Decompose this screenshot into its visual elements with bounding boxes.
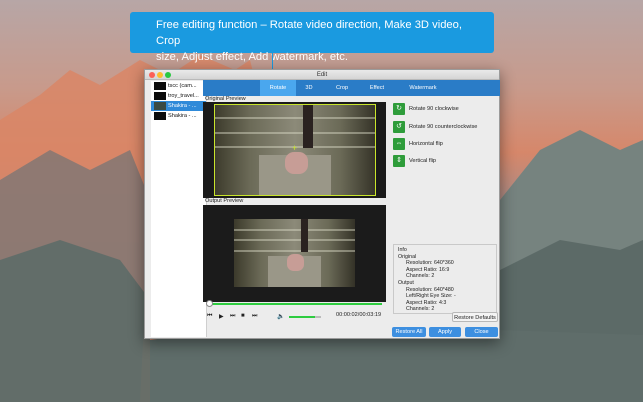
- file-item[interactable]: troy_travel...: [151, 91, 206, 101]
- file-item-selected[interactable]: Shakira - ...: [151, 101, 206, 111]
- info-original-channels: Channels: 2: [406, 273, 435, 280]
- volume-slider[interactable]: [289, 316, 315, 318]
- restore-defaults-button[interactable]: Restore Defaults: [452, 312, 498, 322]
- skip-end-icon[interactable]: ⏭: [252, 313, 257, 320]
- info-original-resolution: Resolution: 640*360: [406, 260, 454, 267]
- file-thumbnail: [154, 92, 166, 100]
- window-title: Edit: [316, 72, 328, 78]
- file-item[interactable]: tscc (cam...: [151, 81, 206, 91]
- info-panel: Info Original Resolution: 640*360 Aspect…: [393, 244, 497, 314]
- option-label: Rotate 90 clockwise: [409, 106, 459, 112]
- info-original-aspect: Aspect Ratio: 16:9: [406, 266, 450, 273]
- output-video-frame: [234, 219, 355, 287]
- volume-slider-track: [315, 316, 321, 318]
- playback-progress-handle[interactable]: [206, 300, 213, 307]
- volume-icon[interactable]: 🔈: [277, 313, 284, 320]
- info-original-label: Original: [398, 253, 417, 260]
- file-label: Shakira - ...: [168, 103, 197, 109]
- tab-3d[interactable]: 3D: [296, 80, 322, 96]
- info-output-resolution: Resolution: 640*480: [406, 286, 454, 293]
- file-list: tscc (cam... troy_travel... Shakira - ..…: [151, 81, 207, 337]
- callout-line-1: Free editing function – Rotate video dir…: [156, 19, 462, 47]
- file-label: troy_travel...: [168, 93, 199, 99]
- horizontal-flip-option[interactable]: ⇔ Horizontal flip: [393, 138, 443, 150]
- original-preview: +: [203, 102, 386, 198]
- edit-window: Edit tscc (cam... troy_travel... Shakira…: [144, 69, 500, 339]
- file-item[interactable]: Shakira - ...: [151, 111, 206, 121]
- rotate-ccw-icon: ↺: [393, 121, 405, 133]
- zoom-window-button[interactable]: [165, 72, 171, 78]
- tab-effect[interactable]: Effect: [361, 80, 393, 96]
- file-thumbnail: [154, 102, 166, 110]
- close-window-button[interactable]: [149, 72, 155, 78]
- apply-button[interactable]: Apply: [429, 327, 461, 337]
- previous-icon[interactable]: ⏮: [207, 313, 212, 320]
- info-output-label: Output: [398, 279, 414, 286]
- file-label: Shakira - ...: [168, 113, 197, 119]
- tab-crop[interactable]: Crop: [327, 80, 357, 96]
- option-label: Horizontal flip: [409, 141, 443, 147]
- vertical-flip-option[interactable]: ⇕ Vertical flip: [393, 155, 436, 167]
- play-icon[interactable]: ▶: [219, 313, 224, 320]
- playback-progress-bar[interactable]: [207, 303, 382, 305]
- option-label: Rotate 90 counterclockwise: [409, 124, 478, 130]
- file-label: tscc (cam...: [168, 83, 197, 89]
- info-output-eye-size: Left/Right Eye Size: -: [406, 293, 456, 300]
- output-preview-label: Output Preview: [205, 198, 244, 204]
- tab-watermark[interactable]: Watermark: [398, 80, 448, 96]
- callout-line-2: size, Adjust effect, Add watermark, etc.: [156, 51, 348, 63]
- minimize-window-button[interactable]: [157, 72, 163, 78]
- restore-all-button[interactable]: Restore All: [392, 327, 426, 337]
- file-thumbnail: [154, 82, 166, 90]
- crop-center-marker[interactable]: +: [292, 144, 297, 153]
- flip-horizontal-icon: ⇔: [393, 138, 405, 150]
- flip-vertical-icon: ⇕: [393, 155, 405, 167]
- rotate-counterclockwise-option[interactable]: ↺ Rotate 90 counterclockwise: [393, 121, 477, 133]
- file-thumbnail: [154, 112, 166, 120]
- info-output-aspect: Aspect Ratio: 4:3: [406, 299, 447, 306]
- info-title: Info: [398, 247, 407, 253]
- timecode-display: 00:00:02/00:03:19: [336, 312, 382, 318]
- rotate-clockwise-option[interactable]: ↻ Rotate 90 clockwise: [393, 103, 459, 115]
- next-icon[interactable]: ⏭: [230, 313, 235, 320]
- output-preview: [203, 205, 386, 302]
- stop-icon[interactable]: ■: [241, 313, 245, 319]
- edit-tab-bar: Rotate 3D Crop Effect Watermark: [203, 80, 500, 96]
- title-bar: Edit: [145, 70, 499, 80]
- feature-callout: Free editing function – Rotate video dir…: [130, 12, 494, 63]
- close-button[interactable]: Close: [465, 327, 498, 337]
- tab-rotate[interactable]: Rotate: [260, 80, 296, 96]
- rotate-cw-icon: ↻: [393, 103, 405, 115]
- option-label: Vertical flip: [409, 158, 437, 164]
